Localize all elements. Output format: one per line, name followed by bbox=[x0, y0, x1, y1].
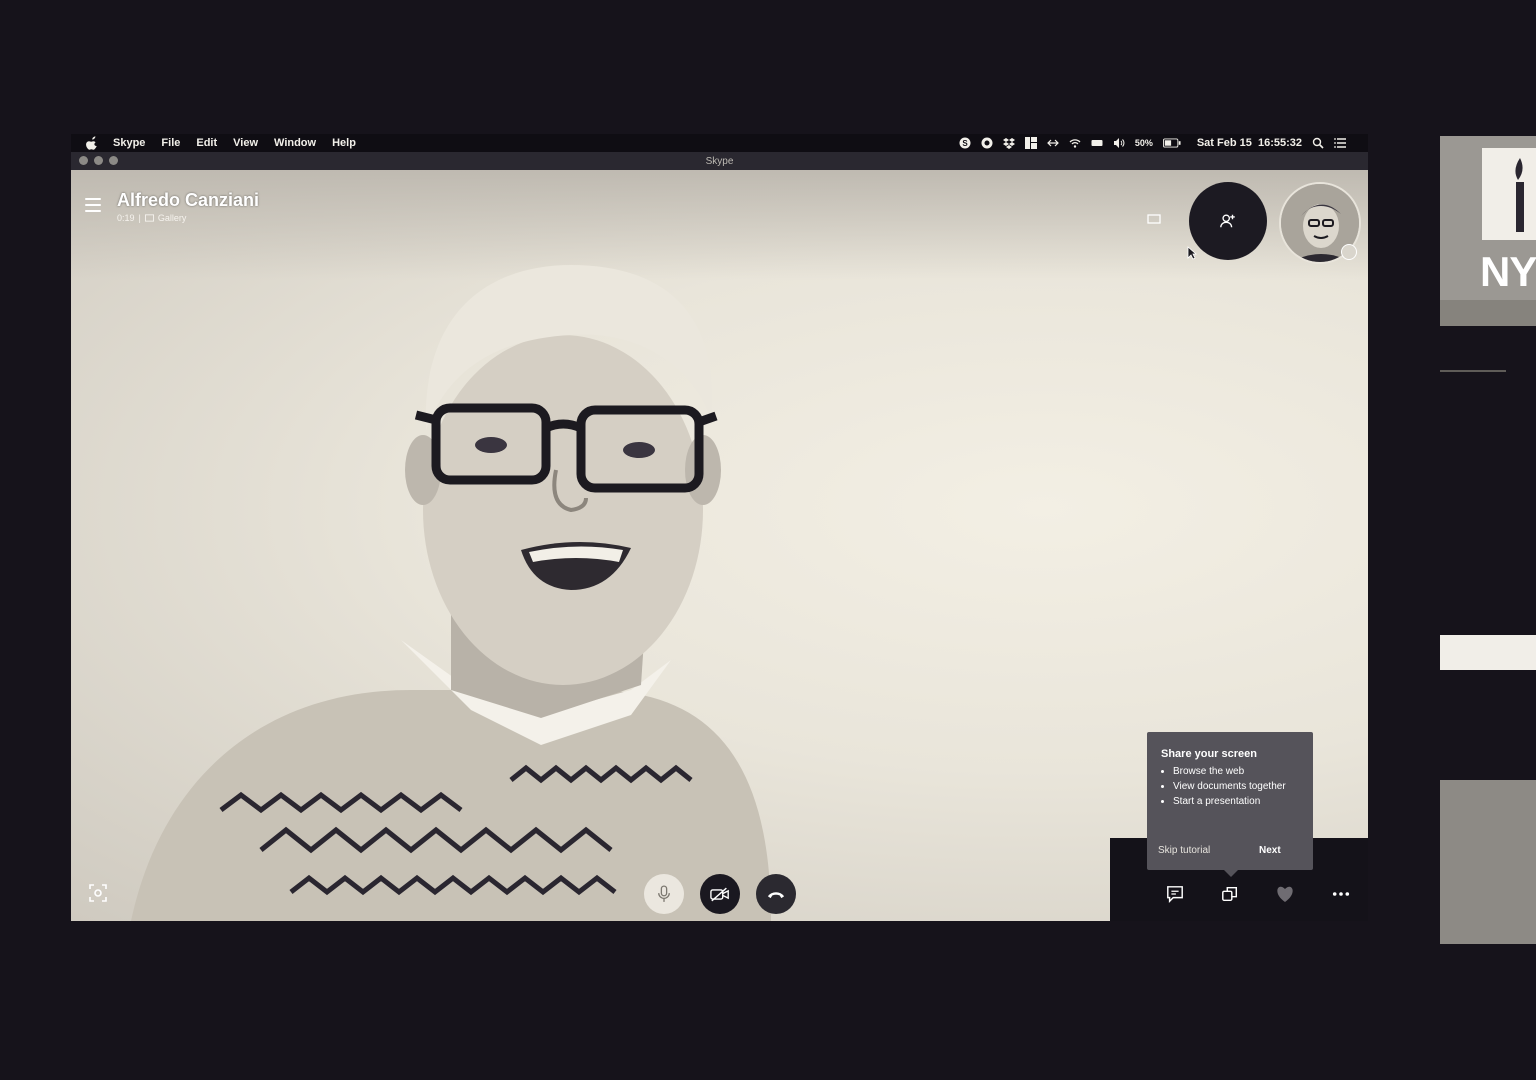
self-preview-badge[interactable] bbox=[1341, 244, 1357, 260]
mute-microphone-button[interactable] bbox=[644, 874, 684, 914]
battery-icon[interactable] bbox=[1162, 138, 1181, 148]
skype-status-icon[interactable]: S bbox=[959, 137, 971, 149]
view-mode-label[interactable]: Gallery bbox=[158, 213, 187, 223]
tutorial-list: Browse the web View documents together S… bbox=[1161, 766, 1286, 811]
add-people-button[interactable] bbox=[1189, 182, 1267, 260]
microphone-icon bbox=[658, 885, 670, 902]
popup-pointer bbox=[1224, 870, 1238, 877]
share-screen-icon bbox=[1222, 886, 1238, 902]
info-divider: | bbox=[138, 213, 141, 223]
tutorial-item: Browse the web bbox=[1173, 766, 1286, 777]
wifi-icon[interactable] bbox=[1069, 137, 1081, 149]
window-manager-icon[interactable] bbox=[1024, 137, 1037, 149]
menu-edit[interactable]: Edit bbox=[196, 137, 217, 149]
menu-file[interactable]: File bbox=[161, 137, 180, 149]
background-window-lower-panel[interactable] bbox=[1440, 780, 1536, 944]
gallery-icon[interactable] bbox=[144, 214, 154, 222]
background-window-strip bbox=[1440, 300, 1536, 326]
zoom-window-button[interactable] bbox=[109, 156, 118, 165]
window-title-bar[interactable]: Skype bbox=[71, 152, 1368, 170]
menu-bar: Skype File Edit View Window Help S 50% S… bbox=[71, 134, 1368, 152]
toggle-camera-button[interactable] bbox=[700, 874, 740, 914]
notification-center-icon[interactable] bbox=[1334, 137, 1346, 149]
more-dots-icon bbox=[1332, 892, 1350, 896]
svg-text:S: S bbox=[962, 139, 968, 148]
open-chat-button[interactable] bbox=[1163, 882, 1187, 906]
call-duration: 0:19 bbox=[117, 213, 135, 223]
video-off-icon bbox=[710, 887, 729, 901]
record-status-icon[interactable] bbox=[981, 137, 993, 149]
end-call-button[interactable] bbox=[756, 874, 796, 914]
heart-icon bbox=[1277, 886, 1293, 902]
hang-up-icon bbox=[767, 891, 785, 898]
battery-percent[interactable]: 50% bbox=[1135, 138, 1153, 148]
background-window-line bbox=[1440, 370, 1506, 372]
tutorial-next-button[interactable]: Next bbox=[1259, 845, 1281, 856]
caller-name: Alfredo Canziani bbox=[117, 190, 260, 210]
spotlight-search-icon[interactable] bbox=[1312, 137, 1324, 149]
send-reaction-button[interactable] bbox=[1273, 882, 1297, 906]
chat-icon bbox=[1167, 886, 1183, 903]
share-screen-button[interactable] bbox=[1218, 882, 1242, 906]
minimize-window-button[interactable] bbox=[94, 156, 103, 165]
window-controls bbox=[79, 156, 118, 165]
add-person-icon bbox=[1220, 214, 1235, 228]
arrows-status-icon[interactable] bbox=[1046, 137, 1059, 149]
tutorial-item: View documents together bbox=[1173, 781, 1286, 792]
expand-view-icon[interactable] bbox=[1147, 214, 1161, 224]
video-feed[interactable]: Alfredo Canziani 0:19 | Gallery Share yo… bbox=[71, 170, 1368, 921]
menubar-clock[interactable]: Sat Feb 15 16:55:32 bbox=[1197, 137, 1302, 149]
status-area: S 50% Sat Feb 15 16:55:32 bbox=[959, 137, 1368, 149]
volume-icon[interactable] bbox=[1113, 137, 1125, 149]
apple-icon[interactable] bbox=[85, 136, 99, 150]
more-options-button[interactable] bbox=[1329, 882, 1353, 906]
background-window-white-block bbox=[1440, 635, 1536, 670]
snapshot-icon[interactable] bbox=[89, 884, 107, 902]
keyboard-icon[interactable] bbox=[1091, 137, 1103, 149]
torch-icon bbox=[1515, 158, 1524, 232]
menu-view[interactable]: View bbox=[233, 137, 258, 149]
menu-window[interactable]: Window bbox=[274, 137, 316, 149]
skip-tutorial-button[interactable]: Skip tutorial bbox=[1158, 845, 1210, 856]
tutorial-item: Start a presentation bbox=[1173, 796, 1286, 807]
menu-help[interactable]: Help bbox=[332, 137, 356, 149]
menu-app-skype[interactable]: Skype bbox=[113, 137, 145, 149]
dropbox-icon[interactable] bbox=[1002, 137, 1015, 149]
tutorial-title: Share your screen bbox=[1161, 748, 1257, 760]
share-screen-tutorial-popup: Share your screen Browse the web View do… bbox=[1147, 732, 1313, 877]
window-title: Skype bbox=[705, 155, 734, 167]
partial-logo-text: NY bbox=[1480, 248, 1536, 295]
call-info: 0:19 | Gallery bbox=[117, 213, 186, 223]
mouse-cursor-icon bbox=[1187, 246, 1197, 260]
close-window-button[interactable] bbox=[79, 156, 88, 165]
torch-logo bbox=[1482, 148, 1536, 240]
menu-toggle-button[interactable] bbox=[85, 198, 101, 212]
